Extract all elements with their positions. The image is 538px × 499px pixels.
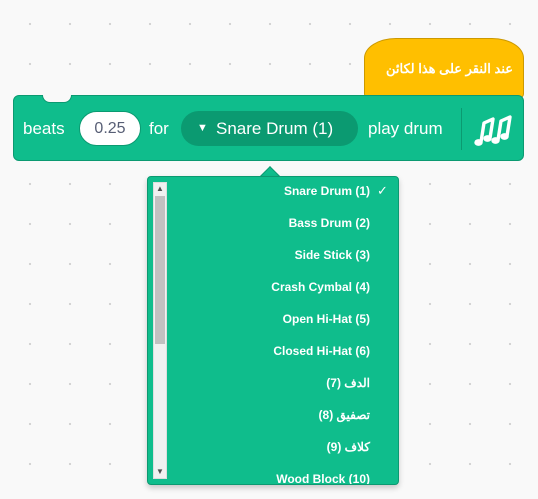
menu-item-snare-drum[interactable]: Snare Drum (1) [170,177,370,207]
scroll-thumb[interactable] [155,196,165,344]
menu-item-bass-drum[interactable]: Bass Drum (2) [170,207,370,239]
play-drum-block[interactable]: beats 0.25 for ▼ Snare Drum (1) play dru… [13,95,524,161]
when-sprite-clicked-hat-block[interactable]: عند النقر على هذا لكائن [364,38,524,98]
scroll-down-arrow-icon[interactable]: ▼ [154,466,166,478]
hat-block-label: عند النقر على هذا لكائن [386,61,513,76]
menu-item-closed-hi-hat[interactable]: Closed Hi-Hat (6) [170,335,370,367]
beats-label: beats [23,119,65,138]
music-notes-icon [474,115,512,146]
checkmark-icon: ✓ [377,183,388,198]
menu-item-wood-block[interactable]: Wood Block (10) [170,463,370,484]
play-drum-label: play drum [368,119,443,138]
menu-item-tambourine[interactable]: الدف (7) [170,367,370,399]
drum-dropdown-value: Snare Drum (1) [216,119,334,138]
menu-item-side-stick[interactable]: Side Stick (3) [170,239,370,271]
caret-down-icon: ▼ [197,122,208,134]
for-label: for [149,119,169,138]
block-divider [461,108,462,150]
menu-item-hand-clap[interactable]: تصفيق (8) [170,399,370,431]
menu-item-crash-cymbal[interactable]: Crash Cymbal (4) [170,271,370,303]
block-notch [42,95,72,103]
menu-item-open-hi-hat[interactable]: Open Hi-Hat (5) [170,303,370,335]
menu-item-claves[interactable]: كلاف (9) [170,431,370,463]
dropdown-scrollbar[interactable]: ▲ ▼ [153,182,167,479]
drum-dropdown-menu[interactable]: ▲ ▼ Snare Drum (1) ✓ Bass Drum (2) Side … [147,176,399,485]
scroll-up-arrow-icon[interactable]: ▲ [154,183,166,195]
beats-input[interactable]: 0.25 [79,111,141,146]
drum-dropdown[interactable]: ▼ Snare Drum (1) [181,111,358,146]
